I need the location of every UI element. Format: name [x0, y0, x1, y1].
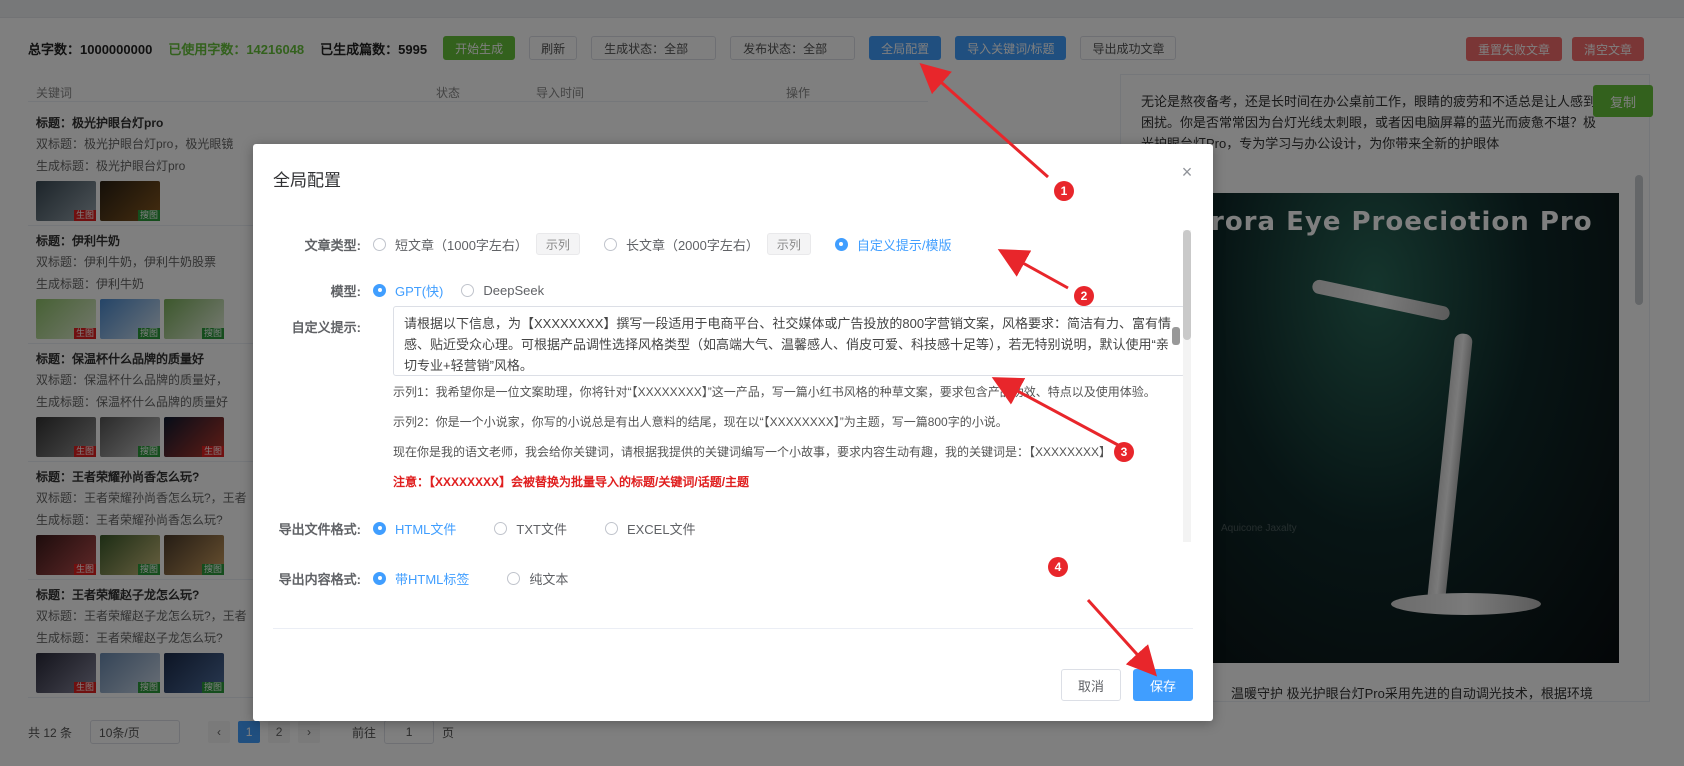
example-3: 现在你是我的语文老师，我会给你关键词，请根据我提供的关键词编写一个小故事，要求内… [393, 445, 1112, 459]
export-content-label: 导出内容格式: [278, 571, 361, 587]
dialog-divider [273, 628, 1193, 629]
radio-label: 短文章（1000字左右） [395, 237, 528, 253]
global-config-dialog: 全局配置 × 文章类型: 短文章（1000字左右） 示列 长文章（2000字左右… [253, 144, 1213, 721]
annotation-badge: 1 [1054, 181, 1074, 201]
radio-dot-icon [373, 237, 386, 251]
radio-dot-icon [603, 237, 617, 251]
radio-excel-file[interactable]: EXCEL文件 [604, 519, 696, 538]
radio-dot-icon [494, 521, 508, 535]
export-content-row: 导出内容格式: 带HTML标签 纯文本 [253, 565, 586, 591]
annotation-badge: 4 [1048, 557, 1068, 577]
example-1: 示列1：我希望你是一位文案助理，你将针对“【XXXXXXXX】”这一产品，写一篇… [393, 385, 1156, 399]
radio-label: 长文章（2000字左右） [625, 237, 759, 253]
radio-dot-icon [604, 521, 618, 535]
radio-label: 带HTML标签 [395, 571, 470, 587]
radio-html-file[interactable]: HTML文件 [373, 519, 456, 538]
annotation-badge: 2 [1074, 286, 1094, 306]
article-type-row: 文章类型: 短文章（1000字左右） 示列 长文章（2000字左右） 示列 自定… [253, 231, 970, 257]
radio-deepseek[interactable]: DeepSeek [461, 283, 544, 298]
cancel-button[interactable]: 取消 [1061, 669, 1121, 701]
export-file-label: 导出文件格式: [278, 521, 361, 537]
radio-short-article[interactable]: 短文章（1000字左右） [373, 235, 528, 254]
custom-prompt-label: 自定义提示: [291, 320, 361, 335]
replace-note: 注意：【XXXXXXXX】会被替换为批量导入的标题/关键词/话题/主题 [393, 475, 750, 489]
radio-label: GPT(快) [395, 283, 444, 299]
textarea-scroll-thumb[interactable] [1172, 327, 1180, 345]
radio-dot-icon [507, 571, 521, 585]
radio-label: 纯文本 [529, 571, 569, 587]
textarea-scrollbar[interactable] [1172, 311, 1180, 367]
radio-label: 自定义提示/模版 [856, 237, 952, 253]
export-file-row: 导出文件格式: HTML文件 TXT文件 EXCEL文件 [253, 515, 714, 541]
radio-dot-icon [373, 571, 386, 585]
radio-txt-file[interactable]: TXT文件 [494, 519, 567, 538]
radio-custom-prompt[interactable]: 自定义提示/模版 [834, 235, 952, 254]
radio-with-html[interactable]: 带HTML标签 [373, 569, 469, 588]
radio-gpt[interactable]: GPT(快) [373, 281, 443, 300]
dialog-scrollbar[interactable] [1183, 230, 1191, 542]
radio-dot-icon [834, 237, 848, 251]
article-type-label: 文章类型: [304, 237, 361, 253]
custom-prompt-text: 请根据以下信息，为【XXXXXXXX】撰写一段适用于电商平台、社交媒体或广告投放… [404, 316, 1172, 373]
model-row: 模型: GPT(快) DeepSeek [253, 277, 562, 303]
radio-dot-icon [373, 521, 386, 535]
radio-plain-text[interactable]: 纯文本 [507, 569, 568, 588]
radio-long-article[interactable]: 长文章（2000字左右） [603, 235, 759, 254]
radio-dot-icon [461, 283, 475, 297]
model-label: 模型: [330, 283, 361, 299]
radio-label: HTML文件 [395, 521, 457, 537]
short-example-button[interactable]: 示列 [535, 233, 580, 255]
radio-label: DeepSeek [483, 282, 545, 298]
example-2: 示列2：你是一个小说家，你写的小说总是有出人意料的结尾，现在以“【XXXXXXX… [393, 415, 1008, 429]
dialog-title: 全局配置 [273, 171, 341, 190]
long-example-button[interactable]: 示列 [766, 233, 811, 255]
save-button[interactable]: 保存 [1133, 669, 1193, 701]
custom-prompt-textarea[interactable]: 请根据以下信息，为【XXXXXXXX】撰写一段适用于电商平台、社交媒体或广告投放… [393, 306, 1185, 376]
custom-prompt-row: 自定义提示: [253, 314, 373, 340]
radio-label: TXT文件 [516, 521, 567, 537]
dialog-footer: 取消 保存 [1049, 669, 1193, 701]
annotation-badge: 3 [1114, 442, 1134, 462]
radio-dot-icon [373, 283, 386, 297]
dialog-scroll-thumb[interactable] [1183, 230, 1191, 340]
radio-label: EXCEL文件 [626, 521, 696, 537]
close-icon[interactable]: × [1179, 163, 1195, 181]
